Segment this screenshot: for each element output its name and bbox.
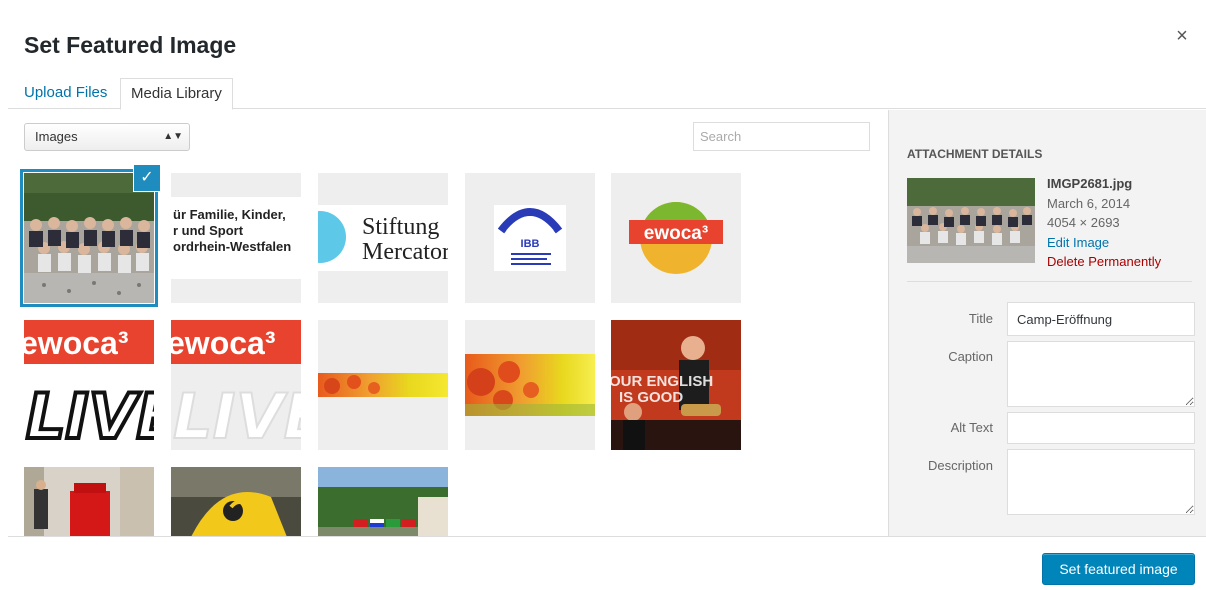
- familie-line-3: ordrhein-Westfalen: [173, 239, 291, 254]
- ibb-image: IBB: [465, 173, 595, 303]
- modal-title: Set Featured Image: [24, 32, 237, 58]
- yellow-person-image: [171, 467, 301, 536]
- group-photo-image: [24, 173, 154, 303]
- attachment-ewoca-live-light[interactable]: ewoca³ LIVE: [171, 320, 301, 450]
- flower-banner-image: [465, 320, 595, 450]
- caption-field[interactable]: [1007, 341, 1195, 407]
- modal-footer: Set featured image: [8, 536, 1206, 590]
- attachment-group-photo[interactable]: [24, 173, 154, 303]
- sidebar-divider: [907, 281, 1192, 282]
- stiftung-line-1: Stiftung: [362, 214, 439, 240]
- stiftung-line-2: Mercator: [362, 239, 448, 265]
- description-label: Description: [927, 458, 993, 473]
- close-icon[interactable]: ×: [1170, 24, 1194, 48]
- attachment-ewoca-live-dark[interactable]: ewoca³ LIVE: [24, 320, 154, 450]
- attachment-ibb[interactable]: IBB: [465, 173, 595, 303]
- attachment-street-photo[interactable]: [24, 467, 154, 536]
- familie-kinder-image: ür Familie, Kinder, r und Sport ordrhein…: [171, 173, 301, 303]
- title-field[interactable]: [1007, 302, 1195, 336]
- selected-check-icon[interactable]: ✓: [134, 165, 160, 191]
- media-modal: Set Featured Image × Upload Files Media …: [8, 10, 1206, 590]
- attachment-preview-image: [907, 178, 1035, 263]
- attachment-familie-kinder[interactable]: ür Familie, Kinder, r und Sport ordrhein…: [171, 173, 301, 303]
- description-field[interactable]: [1007, 449, 1195, 515]
- alt-text-field[interactable]: [1007, 412, 1195, 444]
- familie-line-2: r und Sport: [173, 223, 244, 238]
- ewoca-image: ewoca³: [611, 173, 741, 303]
- edit-image-link[interactable]: Edit Image: [1047, 233, 1161, 253]
- attachment-ewoca[interactable]: ewoca³: [611, 173, 741, 303]
- concert-text-2: IS GOOD: [619, 389, 683, 406]
- attachment-flower-banner[interactable]: [465, 320, 595, 450]
- concert-text-1: OUR ENGLISH: [611, 373, 713, 390]
- attachment-concert-photo[interactable]: OUR ENGLISH IS GOOD: [611, 320, 741, 450]
- ewoca-live-dark-image: ewoca³ LIVE: [24, 320, 154, 450]
- attachment-yellow-person-photo[interactable]: [171, 467, 301, 536]
- attachment-dimensions: 4054 × 2693: [1047, 215, 1120, 230]
- street-photo-image: [24, 467, 154, 536]
- attachment-date: March 6, 2014: [1047, 195, 1131, 211]
- ewoca-live-dark-text: LIVE: [26, 380, 154, 450]
- set-featured-image-button[interactable]: Set featured image: [1042, 553, 1195, 585]
- caption-label: Caption: [948, 349, 993, 364]
- flags-photo-image: [318, 467, 448, 536]
- familie-line-1: ür Familie, Kinder,: [173, 207, 286, 222]
- tab-upload-files[interactable]: Upload Files: [14, 78, 117, 109]
- attachment-details-sidebar: ATTACHMENT DETAILS IMGP2681.jpg March 6,…: [888, 110, 1206, 536]
- attachment-stiftung-mercator[interactable]: Stiftung Mercator: [318, 173, 448, 303]
- attachment-filename: IMGP2681.jpg: [1047, 176, 1133, 191]
- stiftung-mercator-image: Stiftung Mercator: [318, 173, 448, 303]
- attachment-preview: [907, 178, 1035, 263]
- concert-photo-image: OUR ENGLISH IS GOOD: [611, 320, 741, 450]
- ewoca-live-light-image: ewoca³ LIVE: [171, 320, 301, 450]
- ewoca-label: ewoca³: [644, 223, 708, 244]
- ewoca-live-light-text: LIVE: [173, 380, 301, 450]
- attachment-meta: IMGP2681.jpg March 6, 2014 4054 × 2693 E…: [1047, 174, 1161, 272]
- attachment-flower-banner-thin[interactable]: [318, 320, 448, 450]
- ewoca-live-dark-title: ewoca³: [24, 325, 128, 361]
- attachment-details-heading: ATTACHMENT DETAILS: [907, 147, 1043, 161]
- attachment-flags-photo[interactable]: [318, 467, 448, 536]
- ibb-label: IBB: [521, 238, 540, 250]
- tab-media-library[interactable]: Media Library: [120, 78, 233, 110]
- modal-tabs: Upload Files Media Library: [8, 70, 1206, 110]
- flower-banner-thin-image: [318, 320, 448, 450]
- alt-text-label: Alt Text: [950, 420, 993, 435]
- ewoca-live-light-title: ewoca³: [171, 325, 275, 361]
- delete-permanently-link[interactable]: Delete Permanently: [1047, 252, 1161, 272]
- title-label: Title: [968, 311, 993, 326]
